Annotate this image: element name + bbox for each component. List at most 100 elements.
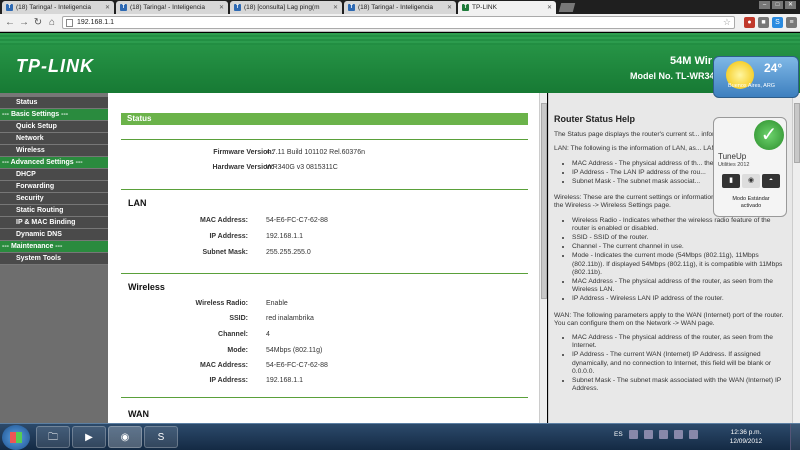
menu-item-status[interactable]: Status <box>0 97 108 109</box>
taringa-favicon-icon: T <box>120 4 127 11</box>
menu-item-ip-mac-binding[interactable]: IP & MAC Binding <box>0 217 108 229</box>
hardware-label: Hardware Version: <box>212 164 274 171</box>
volume-icon[interactable] <box>688 430 698 439</box>
menu-item-system-tools[interactable]: System Tools <box>0 253 108 265</box>
menu-item-dynamic-dns[interactable]: Dynamic DNS <box>0 229 108 241</box>
tray-icon[interactable] <box>628 430 638 439</box>
address-bar-url[interactable]: 192.168.1.1 <box>77 19 723 26</box>
home-icon[interactable]: ⌂ <box>45 16 59 30</box>
browser-tab[interactable]: T (18) Taringa! - Inteligencia ✕ <box>2 1 114 14</box>
list-item: MAC Address - The physical address of th… <box>572 278 788 294</box>
close-window-icon[interactable]: ✕ <box>785 1 796 9</box>
language-indicator[interactable]: ES <box>614 431 623 438</box>
close-tab-icon[interactable]: ✕ <box>105 4 110 11</box>
close-tab-icon[interactable]: ✕ <box>547 4 552 11</box>
explorer-taskbar-icon[interactable]: 🗀 <box>36 426 70 448</box>
extension-icon[interactable]: ● <box>744 17 755 28</box>
tuneup-mode-status: Modo Estándar activado <box>714 196 788 210</box>
clock-time: 12:36 p.m. <box>730 429 762 436</box>
divider <box>121 273 528 274</box>
wireless-radio-value: Enable <box>266 300 288 307</box>
chrome-taskbar-icon[interactable]: ◉ <box>108 426 142 448</box>
list-item: Channel - The current channel in use. <box>572 243 788 251</box>
wireless-radio-label: Wireless Radio: <box>195 300 248 307</box>
close-tab-icon[interactable]: ✕ <box>447 4 452 11</box>
menu-item-network[interactable]: Network <box>0 133 108 145</box>
wireless-ip-label: IP Address: <box>209 377 248 384</box>
skype-extension-icon[interactable]: S <box>772 17 783 28</box>
mode-value: 54Mbps (802.11g) <box>266 347 323 354</box>
wireless-mac-label: MAC Address: <box>200 362 248 369</box>
reload-icon[interactable]: ↻ <box>31 16 45 30</box>
menu-item-forwarding[interactable]: Forwarding <box>0 181 108 193</box>
tab-label: (18) Taringa! - Inteligencia <box>130 4 206 11</box>
media-player-taskbar-icon[interactable]: ▶ <box>72 426 106 448</box>
taringa-favicon-icon: T <box>6 4 13 11</box>
divider <box>121 139 528 140</box>
clock-date: 12/09/2012 <box>729 438 763 445</box>
taringa-favicon-icon: T <box>348 4 355 11</box>
browser-tab[interactable]: T (18) Taringa! - Inteligencia ✕ <box>344 1 456 14</box>
wrench-menu-icon[interactable]: ≡ <box>786 17 797 28</box>
weather-city: Buenos Aires, ARG <box>728 83 776 89</box>
close-tab-icon[interactable]: ✕ <box>333 4 338 11</box>
channel-value: 4 <box>266 331 270 338</box>
menu-header-basic: --- Basic Settings --- <box>0 109 108 121</box>
divider <box>121 189 528 190</box>
browser-tab[interactable]: T (18) [consulta] Lag ping(m ✕ <box>230 1 342 14</box>
back-icon[interactable]: ← <box>3 16 17 30</box>
tuneup-gadget[interactable]: ✓ TuneUp Utilities 2012 ▮ ◉ ◓ Modo Están… <box>713 117 787 217</box>
menu-item-static-routing[interactable]: Static Routing <box>0 205 108 217</box>
bookmark-star-icon[interactable]: ☆ <box>723 17 731 28</box>
tab-label: TP-LINK <box>472 4 497 11</box>
maximize-icon[interactable]: □ <box>772 1 783 9</box>
lan-mask-value: 255.255.255.0 <box>266 249 311 256</box>
menu-item-dhcp[interactable]: DHCP <box>0 169 108 181</box>
weather-gadget[interactable]: 24° Buenos Aires, ARG <box>713 56 799 98</box>
new-tab-button[interactable] <box>558 3 576 12</box>
checkmark-icon: ✓ <box>754 120 784 150</box>
list-item: Wireless Radio - Indicates whether the w… <box>572 217 788 233</box>
economy-mode-icon[interactable]: ▮ <box>722 174 740 188</box>
tab-label: (18) [consulta] Lag ping(m <box>244 4 320 11</box>
wan-section-title: WAN <box>128 409 149 419</box>
skype-taskbar-icon[interactable]: S <box>144 426 178 448</box>
menu-item-quick-setup[interactable]: Quick Setup <box>0 121 108 133</box>
lan-section-title: LAN <box>128 198 147 208</box>
list-item: Mode - Indicates the current mode (54Mbp… <box>572 252 788 277</box>
page-icon <box>66 18 73 27</box>
tray-icon[interactable] <box>643 430 653 439</box>
show-desktop-button[interactable] <box>790 424 800 450</box>
minimize-icon[interactable]: – <box>759 1 770 9</box>
lan-mac-value: 54-E6-FC-C7-62-88 <box>266 217 328 224</box>
main-scrollbar[interactable] <box>539 93 547 423</box>
browser-tab[interactable]: T (18) Taringa! - Inteligencia ✕ <box>116 1 228 14</box>
browser-tab-strip: T (18) Taringa! - Inteligencia ✕ T (18) … <box>0 0 800 14</box>
menu-item-security[interactable]: Security <box>0 193 108 205</box>
browser-tab-active[interactable]: T TP-LINK ✕ <box>458 1 556 14</box>
address-bar[interactable]: 192.168.1.1 ☆ <box>62 16 735 29</box>
clock[interactable]: 12:36 p.m. 12/09/2012 <box>722 428 770 446</box>
extension-icon[interactable]: ■ <box>758 17 769 28</box>
forward-icon[interactable]: → <box>17 16 31 30</box>
start-button[interactable] <box>2 425 30 450</box>
list-item: Subnet Mask - The subnet mask associated… <box>572 377 788 393</box>
lan-mac-label: MAC Address: <box>200 217 248 224</box>
ssid-value: red inalambrika <box>266 315 314 322</box>
network-icon[interactable] <box>673 430 683 439</box>
system-tray: ES <box>614 430 698 439</box>
help-scrollbar[interactable] <box>792 93 800 423</box>
lan-ip-value: 192.168.1.1 <box>266 233 303 240</box>
header-decoration <box>0 33 800 45</box>
tuneup-mode-line: activado <box>740 203 762 209</box>
menu-item-wireless[interactable]: Wireless <box>0 145 108 157</box>
help-wireless-list: Wireless Radio - Indicates whether the w… <box>572 217 788 304</box>
tray-icon[interactable] <box>658 430 668 439</box>
tuneup-subtitle: Utilities 2012 <box>718 162 750 168</box>
scrollbar-thumb[interactable] <box>541 103 547 299</box>
weather-temperature: 24° <box>764 61 783 75</box>
scrollbar-thumb[interactable] <box>794 103 800 163</box>
turbo-mode-icon[interactable]: ◓ <box>762 174 780 188</box>
close-tab-icon[interactable]: ✕ <box>219 4 224 11</box>
standard-mode-icon[interactable]: ◉ <box>742 174 760 188</box>
